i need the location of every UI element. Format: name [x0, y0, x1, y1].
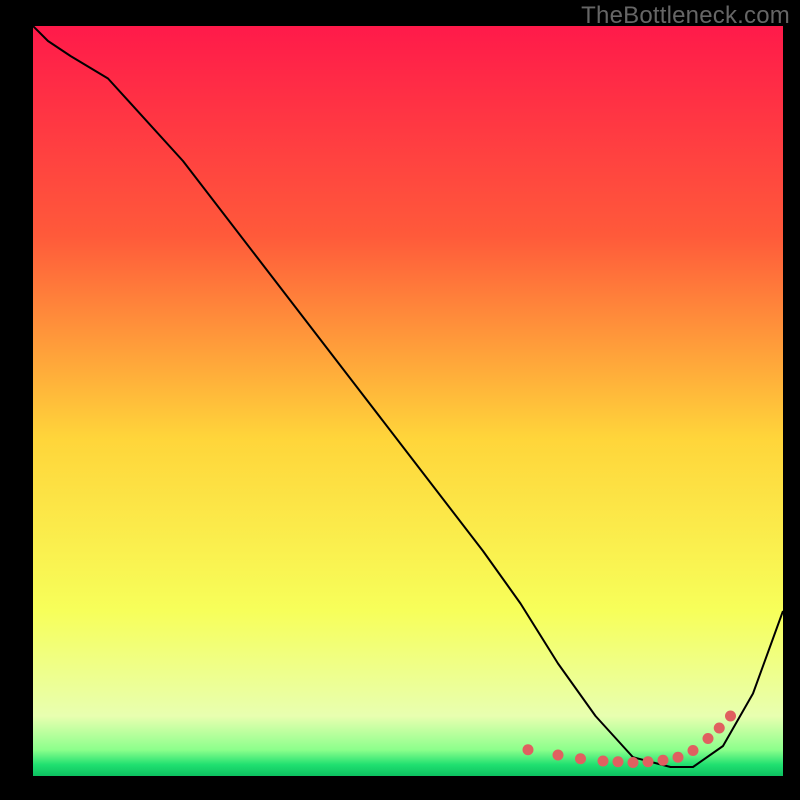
highlight-dot: [553, 750, 564, 761]
highlight-dot: [628, 757, 639, 768]
highlight-dot: [688, 745, 699, 756]
highlight-dot: [703, 733, 714, 744]
highlight-dot: [658, 755, 669, 766]
highlight-dot: [575, 753, 586, 764]
highlight-dot: [714, 723, 725, 734]
highlight-dot: [523, 744, 534, 755]
plot-area: [33, 26, 783, 776]
watermark-text: TheBottleneck.com: [581, 2, 790, 30]
highlight-dot: [673, 752, 684, 763]
highlight-dot: [725, 711, 736, 722]
plot-svg: [33, 26, 783, 776]
highlight-dot: [613, 756, 624, 767]
gradient-background: [33, 26, 783, 776]
chart-frame: TheBottleneck.com: [0, 0, 800, 800]
highlight-dot: [598, 756, 609, 767]
highlight-dot: [643, 756, 654, 767]
